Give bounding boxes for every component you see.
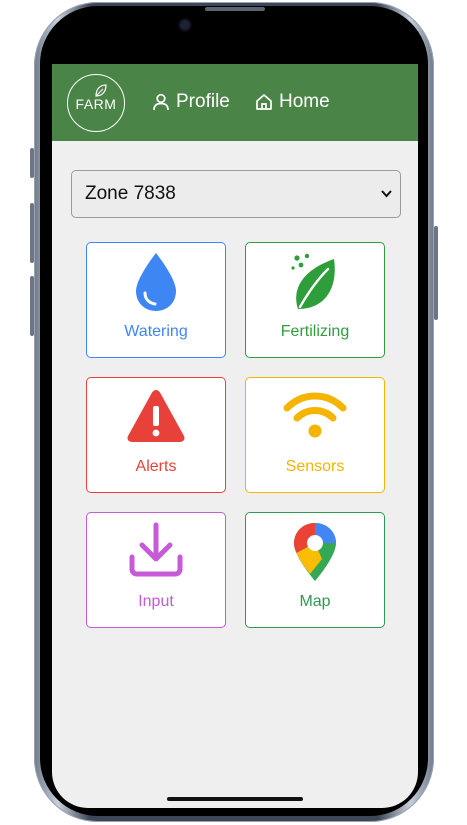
home-indicator[interactable]: [167, 797, 303, 801]
nav-home-label: Home: [279, 91, 330, 112]
app-header: FARM Profile Home: [52, 64, 418, 141]
phone-camera: [180, 20, 190, 30]
download-icon: [129, 522, 183, 577]
phone-volume-down-button: [30, 276, 34, 336]
watering-tile[interactable]: Watering: [86, 242, 226, 358]
app-screen: FARM Profile Home Zone 7838 Watering Fer…: [52, 64, 418, 808]
fertilizing-tile[interactable]: Fertilizing: [245, 242, 385, 358]
map-pin-icon: [294, 523, 336, 581]
alerts-label: Alerts: [135, 458, 177, 475]
alerts-tile[interactable]: Alerts: [86, 377, 226, 493]
nav-profile-link[interactable]: Profile: [152, 91, 230, 113]
phone-side-button: [30, 148, 34, 178]
map-label: Map: [299, 593, 331, 610]
person-icon: [153, 93, 169, 111]
input-tile[interactable]: Input: [86, 512, 226, 628]
fertilizing-label: Fertilizing: [280, 323, 350, 340]
sensors-label: Sensors: [285, 458, 345, 475]
water-drop-icon: [136, 253, 176, 311]
input-label: Input: [138, 593, 174, 610]
logo-text: FARM: [75, 96, 117, 112]
nav-profile-label: Profile: [176, 91, 230, 112]
wifi-icon: [283, 392, 347, 438]
phone-volume-up-button: [30, 203, 34, 263]
sensors-tile[interactable]: Sensors: [245, 377, 385, 493]
zone-select[interactable]: Zone 7838: [71, 170, 401, 218]
home-icon: [256, 94, 272, 110]
phone-speaker: [205, 7, 265, 11]
chevron-down-icon: [381, 190, 392, 198]
farm-logo[interactable]: FARM: [67, 74, 125, 132]
nav-home-link[interactable]: Home: [255, 91, 330, 113]
zone-select-value: Zone 7838: [85, 183, 176, 204]
warning-icon: [127, 390, 185, 442]
leaf-icon: [291, 253, 335, 309]
map-tile[interactable]: Map: [245, 512, 385, 628]
phone-power-button: [434, 226, 438, 320]
watering-label: Watering: [124, 323, 188, 340]
leaf-logo-icon: [95, 84, 107, 97]
